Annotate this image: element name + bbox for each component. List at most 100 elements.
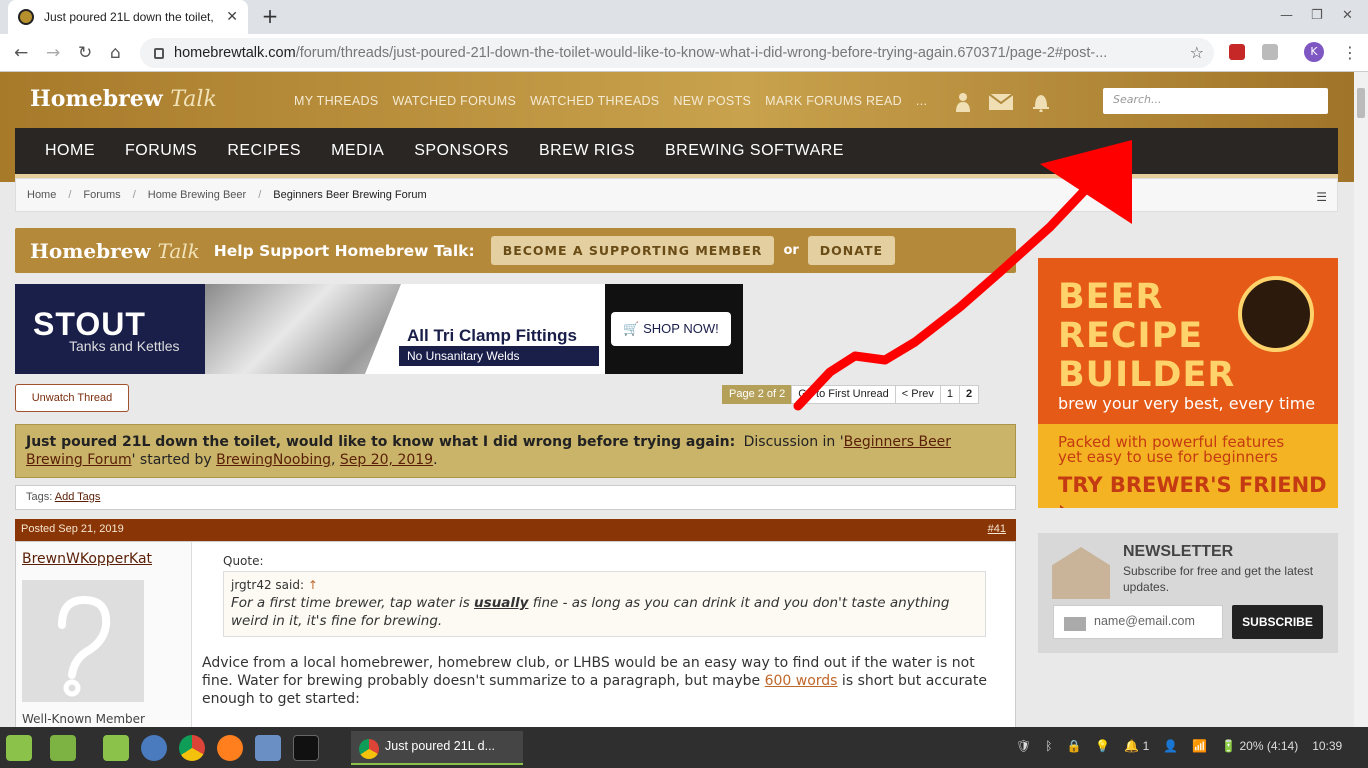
lock-icon[interactable]: 🔒 (1066, 739, 1081, 753)
forward-icon[interactable]: → (46, 43, 60, 63)
breadcrumb-forums[interactable]: Forums (83, 189, 120, 201)
notification-icon[interactable]: 🔔 1 (1124, 739, 1149, 753)
nav-recipes[interactable]: RECIPES (227, 142, 301, 160)
first-unread-link[interactable]: Go to First Unread (791, 385, 896, 404)
terminal-icon[interactable] (293, 735, 319, 761)
support-text: Help Support Homebrew Talk: (213, 241, 475, 260)
link-new-posts[interactable]: NEW POSTS (673, 94, 751, 108)
wifi-icon[interactable]: 📶 (1192, 739, 1207, 753)
breadcrumb-current[interactable]: Beginners Beer Brewing Forum (273, 189, 426, 201)
bulb-icon[interactable]: 💡 (1095, 739, 1110, 753)
subscribe-button[interactable]: SUBSCRIBE (1232, 605, 1323, 639)
battery-status[interactable]: 🔋 20% (4:14) (1221, 739, 1298, 753)
home-icon[interactable]: ⌂ (110, 43, 121, 63)
link-watched-forums[interactable]: WATCHED FORUMS (393, 94, 517, 108)
browser-tab-strip: Just poured 21L down the toilet, would l… (0, 0, 1368, 34)
mail-icon[interactable] (989, 94, 1013, 110)
bluetooth-icon[interactable]: ᛒ (1045, 739, 1052, 753)
address-bar[interactable]: homebrewtalk.com/forum/threads/just-pour… (140, 38, 1214, 68)
mail-icon (1064, 617, 1086, 631)
thread-author-link[interactable]: BrewingNoobing (216, 452, 331, 468)
chrome-icon[interactable] (179, 735, 205, 761)
profile-avatar[interactable]: K (1304, 42, 1324, 62)
newsletter-box: NEWSLETTER Subscribe for free and get th… (1038, 533, 1338, 653)
mint-menu-icon[interactable] (6, 735, 32, 761)
clock[interactable]: 10:39 (1312, 739, 1342, 753)
link-mark-forums-read[interactable]: MARK FORUMS READ (765, 94, 902, 108)
pagination: Page 2 of 2 Go to First Unread < Prev 1 … (722, 385, 980, 404)
chromium-icon[interactable] (141, 735, 167, 761)
shield-icon[interactable]: 🛡 (1016, 739, 1031, 753)
beer-recipe-builder-ad[interactable]: BEER RECIPE BUILDER brew your very best, e… (1038, 258, 1338, 508)
nav-sponsors[interactable]: SPONSORS (414, 142, 509, 160)
close-window-icon[interactable]: ✕ (1342, 8, 1353, 23)
nav-brew-rigs[interactable]: BREW RIGS (539, 142, 635, 160)
back-icon[interactable]: ← (14, 43, 28, 63)
become-member-button[interactable]: BECOME A SUPPORTING MEMBER (490, 236, 775, 265)
prev-page-link[interactable]: < Prev (894, 385, 941, 404)
user-icon[interactable]: 👤 (1163, 739, 1178, 753)
page-2-current: 2 (959, 385, 980, 404)
page-1-link[interactable]: 1 (939, 385, 960, 404)
nav-home[interactable]: HOME (45, 142, 95, 160)
support-logo: Homebrew Talk (30, 238, 200, 263)
beer-mug-icon (1238, 276, 1314, 352)
donate-button[interactable]: DONATE (807, 236, 896, 265)
try-brewers-friend-link[interactable]: TRY BREWER'S FRIEND › (1058, 473, 1338, 508)
browser-menu-icon[interactable]: ⋮ (1342, 43, 1358, 62)
scroll-thumb[interactable] (1357, 88, 1365, 118)
thread-date-link[interactable]: Sep 20, 2019 (340, 452, 433, 468)
stout-ad-banner[interactable]: STOUT Tanks and Kettles All Tri Clamp Fi… (15, 284, 743, 374)
newsletter-title: NEWSLETTER (1123, 543, 1234, 560)
ad-headline: All Tri Clamp Fittings (407, 326, 578, 345)
minimize-icon[interactable]: — (1280, 8, 1293, 23)
browser-tab[interactable]: Just poured 21L down the toilet, would l… (8, 0, 248, 34)
link-more[interactable]: ... (916, 94, 927, 108)
nav-forums[interactable]: FORUMS (125, 142, 197, 160)
ad-subline: No Unsanitary Welds (399, 346, 599, 366)
mail-app-icon[interactable] (255, 735, 281, 761)
page-scrollbar[interactable] (1354, 72, 1368, 727)
link-my-threads[interactable]: MY THREADS (294, 94, 379, 108)
post-number-link[interactable]: #41 (988, 523, 1006, 535)
site-logo[interactable]: Homebrew Talk (30, 86, 217, 112)
link-watched-threads[interactable]: WATCHED THREADS (530, 94, 659, 108)
shop-now-button[interactable]: 🛒 SHOP NOW! (611, 312, 731, 346)
files-icon[interactable] (103, 735, 129, 761)
search-input[interactable]: Search... (1103, 88, 1328, 114)
breadcrumb: Home / Forums / Home Brewing Beer / Begi… (15, 178, 1338, 212)
newsletter-envelope-icon (1052, 547, 1110, 599)
tab-close-icon[interactable]: ✕ (226, 9, 238, 25)
nav-brewing-software[interactable]: BREWING SOFTWARE (665, 142, 844, 160)
extension-icon[interactable] (1262, 44, 1278, 60)
header-icons (955, 92, 1051, 112)
extension-icon[interactable] (1229, 44, 1245, 60)
list-icon[interactable]: ☰ (1316, 190, 1327, 204)
chrome-icon (359, 739, 379, 759)
user-icon[interactable] (955, 92, 971, 112)
email-field[interactable]: name@email.com (1053, 605, 1223, 639)
quote-jump-icon[interactable]: ↑ (308, 578, 318, 592)
taskbar-chrome-window[interactable]: Just poured 21L d... (351, 731, 523, 765)
show-desktop-icon[interactable] (50, 735, 76, 761)
breadcrumb-home[interactable]: Home (27, 189, 56, 201)
add-tags-link[interactable]: Add Tags (55, 491, 101, 503)
reload-icon[interactable]: ↻ (78, 43, 92, 63)
unwatch-thread-button[interactable]: Unwatch Thread (15, 384, 129, 412)
post-date: Posted Sep 21, 2019 (21, 523, 124, 535)
avatar[interactable] (22, 580, 144, 702)
600-words-link[interactable]: 600 words (765, 673, 838, 689)
maximize-icon[interactable]: ❐ (1311, 8, 1323, 23)
page-viewport: Homebrew Talk MY THREADS WATCHED FORUMS … (0, 72, 1354, 727)
breadcrumb-home-brewing-beer[interactable]: Home Brewing Beer (148, 189, 246, 201)
post-username[interactable]: BrewnWKopperKat (22, 551, 152, 567)
bookmark-star-icon[interactable]: ☆ (1190, 43, 1204, 62)
support-banner: Homebrew Talk Help Support Homebrew Talk… (15, 228, 1016, 273)
nav-media[interactable]: MEDIA (331, 142, 384, 160)
firefox-icon[interactable] (217, 735, 243, 761)
user-info: BrewnWKopperKat Well-Known Member (16, 542, 192, 727)
new-tab-button[interactable]: + (257, 5, 283, 29)
site-header: Homebrew Talk MY THREADS WATCHED FORUMS … (0, 72, 1354, 182)
post-text: Advice from a local homebrewer, homebrew… (202, 655, 987, 707)
bell-icon[interactable] (1031, 92, 1051, 112)
